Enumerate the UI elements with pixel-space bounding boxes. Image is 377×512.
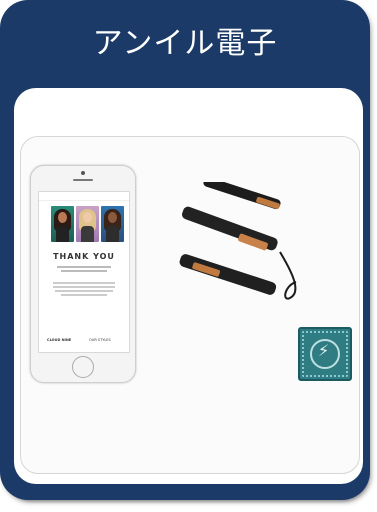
phone-camera: [81, 171, 85, 175]
thank-you-heading: THANK YOU: [53, 252, 115, 261]
card-title: アンイル電子: [92, 26, 278, 61]
flat-iron-icon: [179, 182, 297, 300]
flat-iron-top: [203, 182, 281, 210]
wireless-charger-icon: ⚡: [298, 327, 352, 381]
link-right: OUR STYLES: [89, 338, 111, 342]
flat-iron-bottom: [179, 254, 277, 295]
phone-home-button: [72, 356, 94, 378]
phone-mockup: THANK YOU CLOUD NINE OUR STYLES: [30, 165, 136, 383]
model-photo: [101, 206, 124, 242]
link-left: CLOUD NINE: [47, 338, 72, 342]
phone-speaker: [73, 179, 93, 181]
screen-topbar: [39, 192, 129, 201]
phone-screen: THANK YOU CLOUD NINE OUR STYLES: [38, 191, 130, 353]
model-photo: [76, 206, 99, 242]
model-photo: [51, 206, 74, 242]
